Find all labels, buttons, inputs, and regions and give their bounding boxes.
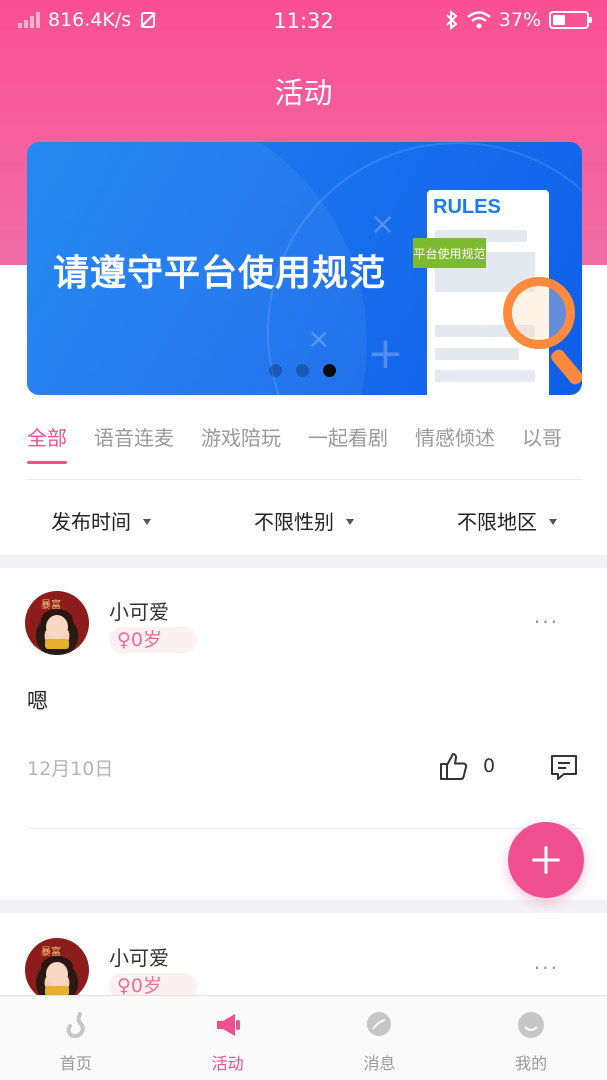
avatar[interactable]: 暴富 [25,938,89,995]
doc-line [435,370,535,382]
nav-label: 首页 [59,1054,92,1073]
banner-carousel[interactable]: × + × 请遵守平台使用规范 RULES 平台使用规范 [27,142,582,395]
plus-decoration: × [307,322,331,355]
filter-label: 不限地区 [457,510,537,534]
nav-label: 活动 [211,1054,244,1073]
carousel-dot[interactable] [323,364,336,377]
carousel-dot[interactable] [269,364,282,377]
tab-category[interactable]: 一起看剧 [308,420,388,464]
rules-tag: 平台使用规范 [413,238,486,268]
caret-down-icon [346,518,354,525]
post-content: 嗯 [27,689,48,713]
more-options-icon[interactable]: ··· [534,956,559,980]
nav-item-home[interactable]: 首页 [0,996,152,1080]
gender-age-badge: ♀0岁 [109,973,197,995]
bluetooth-icon [446,10,458,30]
filter-gender[interactable]: 不限性别 [254,506,354,535]
nav-label: 我的 [515,1054,548,1073]
carousel-indicator [269,364,336,377]
like-count: 0 [483,755,496,777]
home-icon [66,1012,85,1039]
rules-label: RULES [433,196,501,218]
avatar[interactable]: 暴富 [25,591,89,655]
magnifier-icon [503,277,575,349]
filter-label: 发布时间 [51,510,131,534]
nav-item-profile[interactable]: 我的 [455,996,607,1080]
megaphone-icon [216,1014,240,1036]
filter-label: 不限性别 [254,510,334,534]
username[interactable]: 小可爱 [109,596,169,625]
nav-item-activity[interactable]: 活动 [152,996,304,1080]
caret-down-icon [549,518,557,525]
battery-percent: 37% [498,9,541,31]
message-icon [367,1012,392,1036]
plus-decoration: × [370,207,396,242]
add-post-button[interactable] [508,822,584,898]
filter-bar: 发布时间 不限性别 不限地区 [0,502,607,542]
bottom-navigation: 首页 活动 消息 我的 [0,995,607,1080]
carousel-dot[interactable] [296,364,309,377]
post-card[interactable]: 暴富 小可爱 ♀0岁 ··· [0,913,607,995]
filter-publish-time[interactable]: 发布时间 [51,506,151,535]
plus-decoration: + [367,328,404,379]
username[interactable]: 小可爱 [109,942,169,971]
thumbs-up-icon[interactable] [437,750,469,782]
post-date: 12月10日 [27,758,114,780]
status-bar: 816.4K/s 11:32 37% [0,0,607,42]
tab-category[interactable]: 以哥 [522,420,562,464]
divider [27,828,582,829]
profile-icon [518,1012,545,1038]
doc-line [435,348,519,360]
nav-label: 消息 [363,1054,396,1073]
banner-headline: 请遵守平台使用规范 [53,253,387,294]
category-tabs: 全部 语音连麦 游戏陪玩 一起看剧 情感倾述 以哥 [27,420,582,464]
tab-category[interactable]: 游戏陪玩 [201,420,281,464]
comment-icon[interactable] [548,751,580,783]
battery-icon [549,11,592,29]
more-options-icon[interactable]: ··· [534,610,559,634]
divider [27,479,582,480]
gender-age-badge: ♀0岁 [109,627,197,653]
page-title: 活动 [274,76,333,110]
tab-category[interactable]: 语音连麦 [94,420,174,464]
tab-category[interactable]: 全部 [27,420,67,464]
filter-region[interactable]: 不限地区 [457,506,557,535]
nav-item-messages[interactable]: 消息 [304,996,456,1080]
tab-category[interactable]: 情感倾述 [415,420,495,464]
wifi-icon [467,11,491,29]
caret-down-icon [143,518,151,525]
